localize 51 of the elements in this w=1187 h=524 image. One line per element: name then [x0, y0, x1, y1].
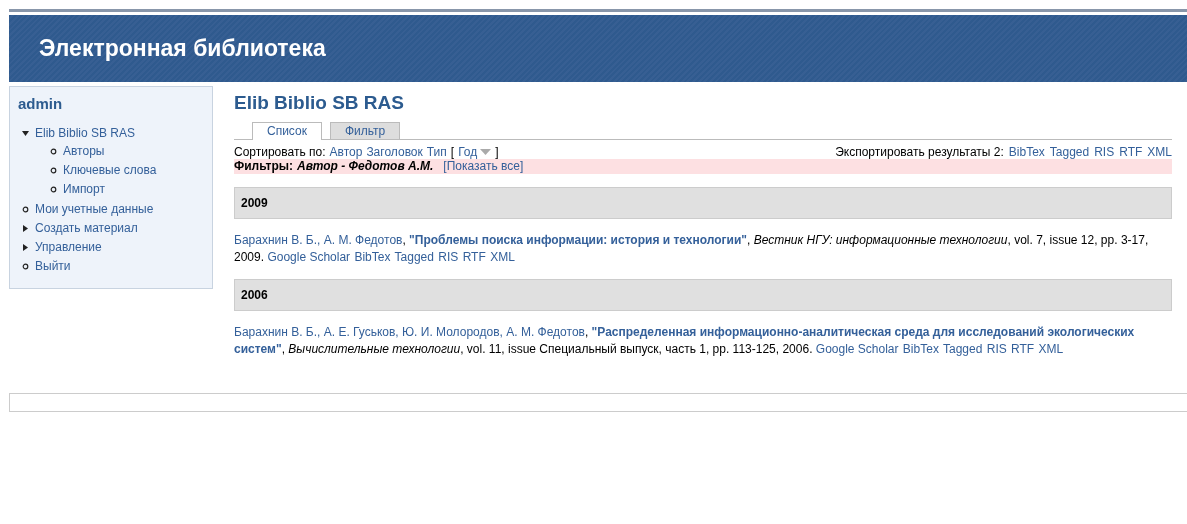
site-title: Электронная библиотека	[39, 35, 326, 62]
tab[interactable]: Фильтр	[329, 122, 401, 139]
username: admin	[18, 95, 64, 112]
bullet-icon	[50, 166, 57, 174]
bracket: ]	[495, 145, 499, 159]
menu-link[interactable]: Авторы	[63, 143, 105, 159]
export-link[interactable]: RTF	[1119, 145, 1143, 159]
citation-link[interactable]: BibTex	[354, 250, 391, 264]
citation-link[interactable]: RIS	[438, 250, 459, 264]
citation-link[interactable]: Google Scholar	[267, 250, 351, 264]
menu-link[interactable]: Управление	[35, 239, 102, 255]
bullet-icon	[22, 205, 29, 213]
citation-link[interactable]: XML	[1038, 342, 1064, 356]
citation-link[interactable]: RTF	[462, 250, 486, 264]
year-header: 2009	[234, 187, 1172, 219]
export-link[interactable]: BibTex	[1008, 145, 1045, 159]
citation-link[interactable]: XML	[490, 250, 515, 264]
export-label: Экспортировать результаты 2:	[835, 145, 1004, 159]
author-link[interactable]: Барахнин В. Б., А. Е. Гуськов, Ю. И. Молородов, А. М. Федотов	[234, 325, 585, 339]
citation-link[interactable]: Tagged	[943, 342, 983, 356]
sort-link[interactable]: Автор	[329, 145, 363, 159]
citation-link[interactable]: RTF	[1011, 342, 1035, 356]
menu-link[interactable]: Выйти	[35, 258, 71, 274]
tab[interactable]: Список	[252, 122, 322, 140]
bullet-icon	[22, 262, 29, 270]
citation-link[interactable]: RIS	[986, 342, 1007, 356]
menu-link[interactable]: Импорт	[63, 181, 105, 197]
menu-link[interactable]: Elib Biblio SB RAS	[35, 125, 136, 141]
citation: Барахнин В. Б., А. М. Федотов, "Проблемы поиска информации: история и технологии", Вестник НГУ: информационные технологии, vol. 7, issue 12, pp. 3-17, 2009. Google Scholar BibTex Tagged RIS RTF XML	[234, 232, 1150, 266]
year-header: 2006	[234, 279, 1172, 311]
bullet-icon	[50, 185, 57, 193]
bullet-icon	[50, 147, 57, 155]
bracket: [	[450, 145, 455, 159]
filter-label: Фильтры:	[234, 159, 293, 174]
sort-link[interactable]: Заголовок	[366, 145, 423, 159]
export-link[interactable]: Tagged	[1049, 145, 1090, 159]
menu-link[interactable]: Ключевые слова	[63, 162, 157, 178]
filter-value: Автор - Федотов А.М.	[297, 159, 434, 174]
sort-label: Сортировать по:	[234, 145, 326, 159]
citation-link[interactable]: Tagged	[394, 250, 434, 264]
export-link[interactable]: XML	[1147, 145, 1172, 159]
citation: Барахнин В. Б., А. Е. Гуськов, Ю. И. Молородов, А. М. Федотов, "Распределенная информационно-аналитическая среда для исследований экологических систем", Вычислительные технологии, vol. 11, issue Специальный выпуск, часть 1, pp. 113-125, 2006. Google Scholar BibTex Tagged RIS RTF XML	[234, 324, 1136, 358]
menu-link[interactable]: Мои учетные данные	[35, 201, 154, 217]
sort-link[interactable]: Год	[458, 145, 478, 159]
sort-link[interactable]: Тип	[426, 145, 447, 159]
page-title: Elib Biblio SB RAS	[234, 92, 405, 114]
show-all-link[interactable]: [Показать все]	[443, 159, 524, 174]
citation-link[interactable]: Google Scholar	[815, 342, 899, 356]
export-link[interactable]: RIS	[1094, 145, 1115, 159]
menu-link[interactable]: Создать материал	[35, 220, 138, 236]
citation-link[interactable]: BibTex	[902, 342, 939, 356]
